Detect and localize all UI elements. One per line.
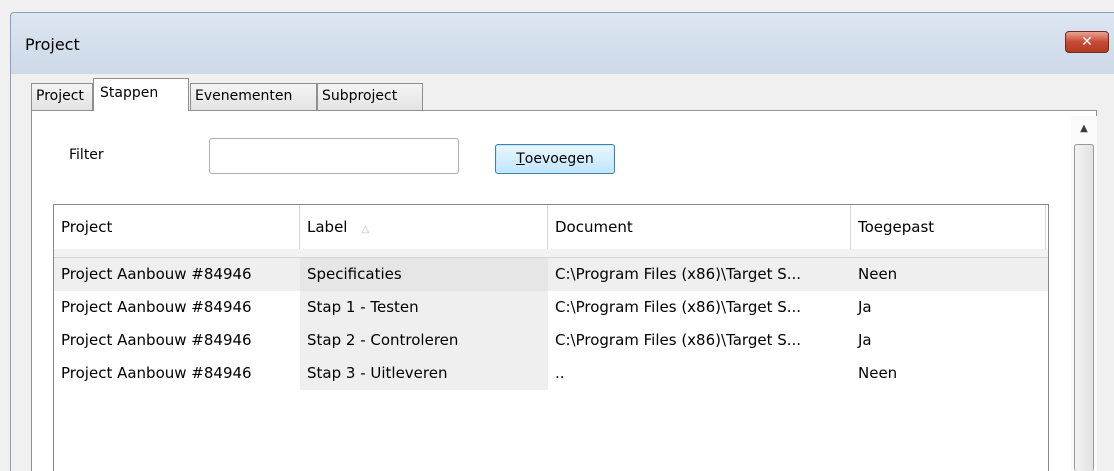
cell-project: Project Aanbouw #84946: [61, 265, 252, 283]
tab-label: Evenementen: [195, 88, 293, 104]
window-title: Project: [25, 35, 80, 54]
scroll-up-button[interactable]: ▲: [1071, 116, 1097, 140]
column-header-document[interactable]: Document: [548, 205, 851, 249]
cell-document: C:\Program Files (x86)\Target S...: [555, 298, 802, 316]
column-header-label[interactable]: Label △: [300, 205, 548, 249]
table-row[interactable]: Project Aanbouw #84946 Stap 3 - Uitlever…: [54, 357, 1048, 390]
header-filler: [54, 249, 1048, 258]
column-header-label: Toegepast: [858, 218, 935, 236]
cell-label: Specificaties: [300, 258, 548, 291]
cell-label: Stap 1 - Testen: [300, 291, 548, 324]
sort-up-icon: △: [361, 224, 370, 235]
project-window: Project ✕ Project Stappen Evenementen Su…: [0, 0, 1114, 471]
tab-evenementen[interactable]: Evenementen: [190, 83, 317, 110]
dialog-client: Project Stappen Evenementen Subproject F…: [10, 74, 1114, 471]
table-row[interactable]: Project Aanbouw #84946 Stap 1 - Testen C…: [54, 291, 1048, 324]
cell-document: C:\Program Files (x86)\Target S...: [555, 265, 802, 283]
filter-label: Filter: [69, 147, 104, 163]
column-header-label: Label: [307, 218, 348, 236]
tab-label: Subproject: [322, 88, 398, 104]
add-button[interactable]: Toevoegen: [495, 144, 615, 174]
column-header-project[interactable]: Project: [54, 205, 300, 249]
column-header-label: Project: [61, 218, 113, 236]
title-bar[interactable]: Project ✕: [10, 12, 1114, 75]
tab-subproject[interactable]: Subproject: [317, 83, 423, 110]
column-header-label: Document: [555, 218, 633, 236]
tab-label: Stappen: [100, 85, 159, 101]
filter-input[interactable]: [209, 138, 459, 174]
cell-document: C:\Program Files (x86)\Target S...: [555, 331, 802, 349]
scroll-thumb[interactable]: [1074, 144, 1094, 471]
steps-grid[interactable]: Project Label △ Document Toegepast Projec…: [53, 204, 1049, 471]
cell-toegepast: Ja: [858, 298, 872, 316]
add-button-accel: T: [516, 151, 525, 167]
cell-document: ..: [555, 364, 565, 382]
vertical-scrollbar[interactable]: ▲: [1071, 116, 1097, 471]
add-button-label: oevoegen: [524, 151, 594, 167]
grid-header: Project Label △ Document Toegepast: [54, 205, 1048, 250]
tab-stappen[interactable]: Stappen: [93, 78, 189, 111]
tab-project[interactable]: Project: [31, 83, 93, 110]
tab-label: Project: [36, 88, 84, 104]
cell-project: Project Aanbouw #84946: [61, 331, 252, 349]
cell-project: Project Aanbouw #84946: [61, 298, 252, 316]
cell-toegepast: Ja: [858, 331, 872, 349]
cell-toegepast: Neen: [858, 265, 898, 283]
column-header-toegepast[interactable]: Toegepast: [851, 205, 1046, 249]
cell-label: Stap 3 - Uitleveren: [300, 357, 548, 390]
table-row[interactable]: Project Aanbouw #84946 Stap 2 - Controle…: [54, 324, 1048, 357]
cell-toegepast: Neen: [858, 364, 898, 382]
table-row[interactable]: Project Aanbouw #84946 Specificaties C:\…: [54, 258, 1048, 291]
arrow-up-icon: ▲: [1080, 122, 1088, 134]
close-icon: ✕: [1081, 34, 1093, 50]
cell-project: Project Aanbouw #84946: [61, 364, 252, 382]
cell-label: Stap 2 - Controleren: [300, 324, 548, 357]
close-button[interactable]: ✕: [1065, 31, 1109, 53]
